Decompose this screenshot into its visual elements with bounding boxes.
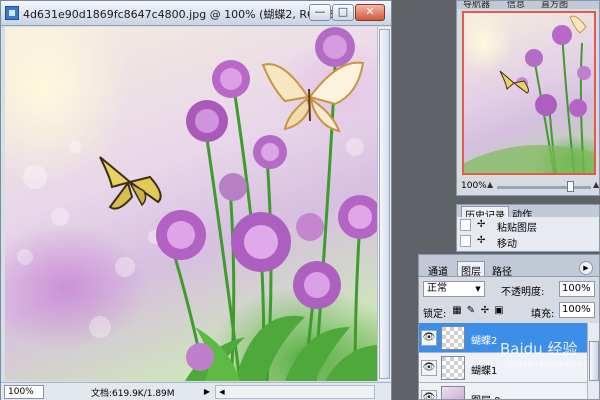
tab-layers[interactable]: 图层 (457, 261, 485, 278)
layers-scrollbar[interactable] (587, 323, 599, 399)
layer-name[interactable]: 图层 0 (471, 392, 501, 399)
tab-channels[interactable]: 通道 (425, 262, 451, 278)
zoom-in-icon[interactable]: ▲ (593, 180, 599, 189)
history-checkbox[interactable] (460, 219, 471, 231)
scrollbar-thumb[interactable] (589, 341, 599, 381)
history-checkbox[interactable] (460, 235, 471, 247)
zoom-out-icon[interactable]: ▲ (487, 180, 493, 189)
lock-paint-brush-icon[interactable]: ✎ (465, 305, 477, 317)
navigator-panel: 导航器 信息 直方图 100% ▲ ▲ (456, 0, 600, 196)
layer-name[interactable]: 蝴蝶1 (471, 362, 497, 377)
watermark-url: jingyan.baidu.com (508, 359, 582, 368)
layer-name[interactable]: 蝴蝶2 (471, 332, 497, 347)
document-statusbar: 100% 文档:619.9K/1.89M ▶ ◀ (1, 382, 391, 400)
lock-label: 锁定: (423, 309, 447, 320)
navigator-preview-image (464, 15, 594, 173)
lock-transparency-icon[interactable]: ▦ (451, 305, 463, 317)
butterfly-1[interactable] (99, 156, 162, 210)
layer-thumbnail (441, 386, 465, 399)
chevron-down-icon: ▼ (475, 285, 481, 293)
history-item-label: 移动 (497, 239, 517, 250)
scroll-left-arrow-icon[interactable]: ◀ (216, 386, 228, 398)
fill-label: 填充: (531, 309, 555, 320)
canvas-horizontal-scrollbar[interactable]: ◀ (215, 385, 375, 399)
document-size-info: 文档:619.9K/1.89M (91, 389, 175, 399)
history-item-label: 粘贴图层 (497, 223, 537, 234)
history-item[interactable]: ✢ 粘贴图层 (457, 217, 599, 234)
status-menu-arrow-icon[interactable]: ▶ (201, 385, 213, 399)
transform-icon: ⤡ (477, 251, 491, 252)
tab-navigator[interactable]: 导航器 (463, 1, 490, 9)
layers-panel: 通道 图层 路径 ▶ 正常 ▼ 不透明度: 100% 锁定: ▦ ✎ ✢ ▣ 填… (418, 254, 600, 400)
grass-leaves (185, 315, 377, 381)
zoom-slider-knob[interactable] (567, 181, 574, 192)
eye-visibility-icon[interactable]: 👁 (421, 360, 437, 376)
layer-row-layer-0[interactable]: 👁 图层 0 (419, 383, 587, 399)
history-item-label: 缩放 (497, 251, 517, 252)
layer-thumbnail (441, 326, 465, 350)
history-item[interactable]: ⤡ 缩放 (457, 249, 599, 252)
document-titlebar[interactable]: 4d631e90d1869fc8647c4800.jpg @ 100% (蝴蝶2… (1, 1, 391, 26)
butterfly-2[interactable] (261, 61, 365, 133)
navigator-tabs: 导航器 信息 直方图 (457, 1, 599, 9)
history-checkbox[interactable] (460, 251, 471, 252)
tab-paths[interactable]: 路径 (489, 262, 515, 278)
canvas-vertical-scrollbar[interactable] (377, 27, 391, 381)
document-title: 4d631e90d1869fc8647c4800.jpg @ 100% (蝴蝶2… (23, 8, 348, 21)
move-icon: ✢ (477, 235, 486, 246)
document-window: 4d631e90d1869fc8647c4800.jpg @ 100% (蝴蝶2… (0, 0, 392, 400)
minimize-button[interactable]: — (309, 4, 331, 21)
opacity-field[interactable]: 100% (559, 281, 595, 297)
eye-visibility-icon[interactable]: 👁 (421, 390, 437, 399)
flowers-butterflies-photo (17, 27, 377, 381)
tab-info[interactable]: 信息 (507, 1, 525, 9)
navigator-zoom-slider[interactable] (497, 186, 591, 189)
image-canvas[interactable] (5, 27, 377, 381)
navigator-zoom-row: 100% ▲ ▲ (457, 179, 599, 195)
navigator-preview[interactable] (462, 11, 596, 175)
zoom-level-field[interactable]: 100% (4, 385, 44, 399)
blend-mode-value: 正常 (427, 283, 447, 294)
move-icon: ✢ (477, 219, 486, 230)
blend-mode-select[interactable]: 正常 ▼ (423, 281, 485, 297)
history-panel: 历史记录 动作 ✢ 粘贴图层 ✢ 移动 ⤡ 缩放 (456, 204, 600, 252)
layers-tabs: 通道 图层 路径 ▶ (419, 255, 599, 278)
lock-move-icon[interactable]: ✢ (479, 305, 491, 317)
tab-histogram[interactable]: 直方图 (541, 1, 568, 9)
maximize-button[interactable]: □ (332, 4, 354, 21)
scrollbar-thumb[interactable] (379, 29, 390, 379)
panel-menu-icon[interactable]: ▶ (579, 261, 593, 275)
close-button[interactable]: ✕ (355, 4, 385, 21)
lock-all-icon[interactable]: ▣ (493, 305, 505, 317)
watermark-text: Baidu 经验 (500, 340, 578, 358)
history-item[interactable]: ✢ 移动 (457, 233, 599, 250)
baidu-jingyan-watermark: Baidu 经验 jingyan.baidu.com (500, 338, 582, 368)
opacity-label: 不透明度: (501, 287, 545, 298)
navigator-zoom-value[interactable]: 100% (461, 181, 487, 191)
layer-thumbnail (441, 356, 465, 380)
photoshop-document-icon (5, 6, 19, 20)
eye-visibility-icon[interactable]: 👁 (421, 330, 437, 346)
fill-field[interactable]: 100% (559, 302, 595, 318)
